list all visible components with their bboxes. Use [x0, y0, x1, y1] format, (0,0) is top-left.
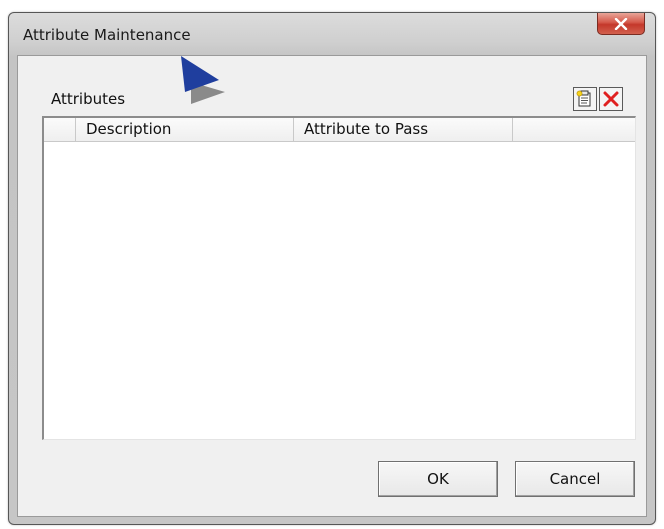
window-title: Attribute Maintenance — [23, 26, 191, 44]
new-attribute-button[interactable] — [573, 87, 597, 111]
grid-header: Description Attribute to Pass — [44, 118, 635, 142]
column-header-filler — [513, 118, 635, 141]
close-button[interactable] — [597, 13, 645, 35]
pointer-arrow-icon — [181, 56, 225, 104]
grid-body[interactable] — [44, 142, 635, 440]
close-icon — [614, 17, 628, 30]
attribute-maintenance-dialog: Attribute Maintenance Attributes Descrip… — [8, 12, 656, 525]
dialog-client-area: Attributes Description Attribute to Pass — [17, 55, 647, 517]
delete-x-icon — [603, 91, 619, 107]
attributes-grid[interactable]: Description Attribute to Pass — [42, 116, 636, 440]
ok-button[interactable]: OK — [378, 461, 498, 497]
column-header-attribute-to-pass[interactable]: Attribute to Pass — [294, 118, 513, 141]
row-indicator-header — [44, 118, 76, 141]
column-header-description[interactable]: Description — [76, 118, 294, 141]
cancel-button[interactable]: Cancel — [515, 461, 635, 497]
delete-attribute-button[interactable] — [599, 87, 623, 111]
attributes-label: Attributes — [51, 90, 126, 108]
new-record-icon — [576, 90, 591, 107]
